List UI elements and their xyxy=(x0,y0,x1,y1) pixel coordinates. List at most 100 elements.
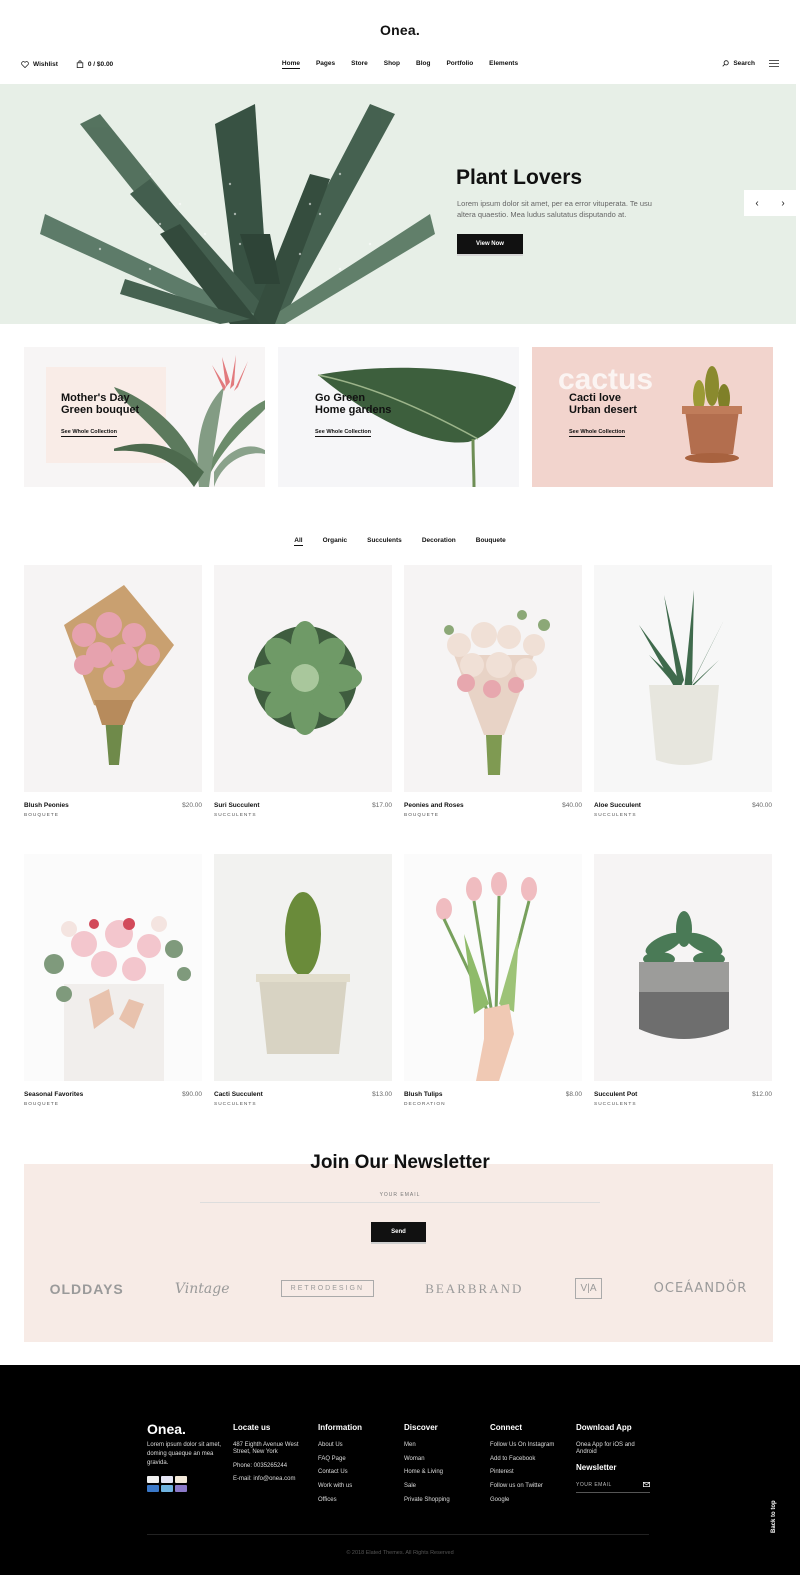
product-card[interactable]: Blush Tulips $8.00 DECORATION xyxy=(404,854,582,1107)
leaf-image xyxy=(317,367,516,487)
footer-logo[interactable]: Onea. xyxy=(147,1421,186,1437)
newsletter-email-input[interactable]: YOUR EMAIL xyxy=(200,1192,600,1203)
brand-logo-retrodesign[interactable]: RETRODESIGN xyxy=(280,1280,375,1297)
nav-store[interactable]: Store xyxy=(351,60,368,69)
view-now-button[interactable]: View Now xyxy=(457,234,523,254)
filter-bouquete[interactable]: Bouquete xyxy=(476,537,506,546)
nav-shop[interactable]: Shop xyxy=(384,60,400,69)
product-card[interactable]: Seasonal Favorites $90.00 BOUQUETE xyxy=(24,854,202,1107)
product-card[interactable]: Succulent Pot $12.00 SUCCULENTS xyxy=(594,854,772,1107)
see-collection-link[interactable]: See Whole Collection xyxy=(61,429,117,437)
site-logo[interactable]: Onea. xyxy=(0,22,800,38)
send-button[interactable]: Send xyxy=(371,1222,426,1242)
footer-link[interactable]: Contact Us xyxy=(318,1469,362,1476)
product-name[interactable]: Aloe Succulent xyxy=(594,802,641,809)
product-name[interactable]: Suri Succulent xyxy=(214,802,260,809)
product-image-aloe-succulent[interactable] xyxy=(594,565,772,792)
product-price: $40.00 xyxy=(752,802,772,809)
product-category: BOUQUETE xyxy=(24,813,59,818)
product-image-peonies-and-roses[interactable] xyxy=(404,565,582,792)
product-name[interactable]: Seasonal Favorites xyxy=(24,1091,83,1098)
product-price: $8.00 xyxy=(565,1091,582,1098)
footer-app-text: Onea App for iOS and Android xyxy=(576,1442,635,1455)
product-card[interactable]: Suri Succulent $17.00 SUCCULENTS xyxy=(214,565,392,818)
product-category: BOUQUETE xyxy=(404,813,439,818)
see-collection-link[interactable]: See Whole Collection xyxy=(569,429,625,437)
nav-portfolio[interactable]: Portfolio xyxy=(446,60,473,69)
paypal-card-icon xyxy=(175,1485,187,1492)
brand-logo-va[interactable]: V|A xyxy=(574,1278,603,1299)
product-category: SUCCULENTS xyxy=(214,813,257,818)
back-to-top-link[interactable]: Back to top xyxy=(771,1500,777,1533)
product-image-cacti-succulent[interactable] xyxy=(214,854,392,1081)
footer-heading: Download App xyxy=(576,1423,632,1432)
hero-slider: Plant Lovers Lorem ipsum dolor sit amet,… xyxy=(0,84,796,324)
filter-succulents[interactable]: Succulents xyxy=(367,537,402,546)
product-card[interactable]: Aloe Succulent $40.00 SUCCULENTS xyxy=(594,565,772,818)
aloe-plant-image xyxy=(40,104,435,324)
search-button[interactable]: Search xyxy=(722,60,755,67)
nav-blog[interactable]: Blog xyxy=(416,60,430,69)
footer-link[interactable]: Follow Us On Instagram xyxy=(490,1442,554,1449)
footer-link[interactable]: Woman xyxy=(404,1456,450,1463)
product-price: $20.00 xyxy=(182,802,202,809)
footer-link[interactable]: Home & Living xyxy=(404,1469,450,1476)
product-image-blush-peonies[interactable] xyxy=(24,565,202,792)
product-name[interactable]: Blush Tulips xyxy=(404,1091,443,1098)
product-image-blush-tulips[interactable] xyxy=(404,854,582,1081)
filter-all[interactable]: All xyxy=(294,537,303,546)
product-category: SUCCULENTS xyxy=(214,1102,257,1107)
promo-card-go-green[interactable]: Go Green Home gardens See Whole Collecti… xyxy=(278,347,519,487)
nav-home[interactable]: Home xyxy=(281,60,300,69)
footer-link[interactable]: Work with us xyxy=(318,1483,362,1490)
footer-link[interactable]: Google xyxy=(490,1497,554,1504)
nav-elements[interactable]: Elements xyxy=(489,60,518,69)
product-card[interactable]: Peonies and Roses $40.00 BOUQUETE xyxy=(404,565,582,818)
footer-link[interactable]: About Us xyxy=(318,1442,362,1449)
chevron-left-icon[interactable]: ‹ xyxy=(755,198,758,209)
footer-link[interactable]: Sale xyxy=(404,1483,450,1490)
hero-description: Lorem ipsum dolor sit amet, per ea error… xyxy=(457,199,652,219)
product-name[interactable]: Peonies and Roses xyxy=(404,802,464,809)
product-image-suri-succulent[interactable] xyxy=(214,565,392,792)
top-navigation-bar: Wishlist 0 / $0.00 Home Pages Store Shop… xyxy=(0,58,800,72)
payment-cards xyxy=(147,1476,189,1492)
footer-link[interactable]: Private Shopping xyxy=(404,1497,450,1504)
product-card[interactable]: Cacti Succulent $13.00 SUCCULENTS xyxy=(214,854,392,1107)
product-image-succulent-pot[interactable] xyxy=(594,854,772,1081)
footer-email[interactable]: E-mail: info@onea.com xyxy=(233,1476,313,1483)
product-card[interactable]: Blush Peonies $20.00 BOUQUETE xyxy=(24,565,202,818)
filter-organic[interactable]: Organic xyxy=(323,537,348,546)
brand-logo-oceaandor[interactable]: OCEÁANDÖR xyxy=(654,1281,748,1296)
visa-card-icon xyxy=(147,1476,159,1483)
footer-link[interactable]: Add to Facebook xyxy=(490,1456,554,1463)
menu-icon[interactable] xyxy=(769,60,779,67)
product-name[interactable]: Succulent Pot xyxy=(594,1091,637,1098)
brand-logo-olddays[interactable]: OLDDAYS xyxy=(50,1281,124,1297)
chevron-right-icon[interactable]: › xyxy=(781,198,784,209)
brand-logo-bearbrand[interactable]: BEARBRAND xyxy=(425,1281,523,1297)
maestro-card-icon xyxy=(161,1485,173,1492)
search-icon xyxy=(722,60,730,67)
succulent-top-illustration xyxy=(248,621,362,735)
product-name[interactable]: Cacti Succulent xyxy=(214,1091,263,1098)
footer-email-input[interactable]: YOUR EMAIL xyxy=(576,1482,650,1493)
nav-pages[interactable]: Pages xyxy=(316,60,335,69)
peony-bouquet-illustration xyxy=(64,585,174,765)
mail-icon[interactable] xyxy=(643,1482,650,1488)
brand-logo-vintage[interactable]: Vintage xyxy=(175,1281,230,1297)
footer-newsletter-heading: Newsletter xyxy=(576,1462,617,1472)
promo-card-mothers-day[interactable]: Mother's Day Green bouquet See Whole Col… xyxy=(24,347,265,487)
promo-card-cacti[interactable]: cactus Cacti love Urban desert See Whole… xyxy=(532,347,773,487)
product-image-seasonal-favorites[interactable] xyxy=(24,854,202,1081)
footer-phone: Phone: 0035265244 xyxy=(233,1462,288,1469)
footer-link[interactable]: Offices xyxy=(318,1497,362,1504)
filter-decoration[interactable]: Decoration xyxy=(422,537,456,546)
footer-link[interactable]: Men xyxy=(404,1442,450,1449)
see-collection-link[interactable]: See Whole Collection xyxy=(315,429,371,437)
footer-link[interactable]: Pinterest xyxy=(490,1469,554,1476)
footer-link[interactable]: Follow us on Twitter xyxy=(490,1483,554,1490)
footer-link[interactable]: FAQ Page xyxy=(318,1456,362,1463)
product-name[interactable]: Blush Peonies xyxy=(24,802,69,809)
product-category: DECORATION xyxy=(404,1102,446,1107)
